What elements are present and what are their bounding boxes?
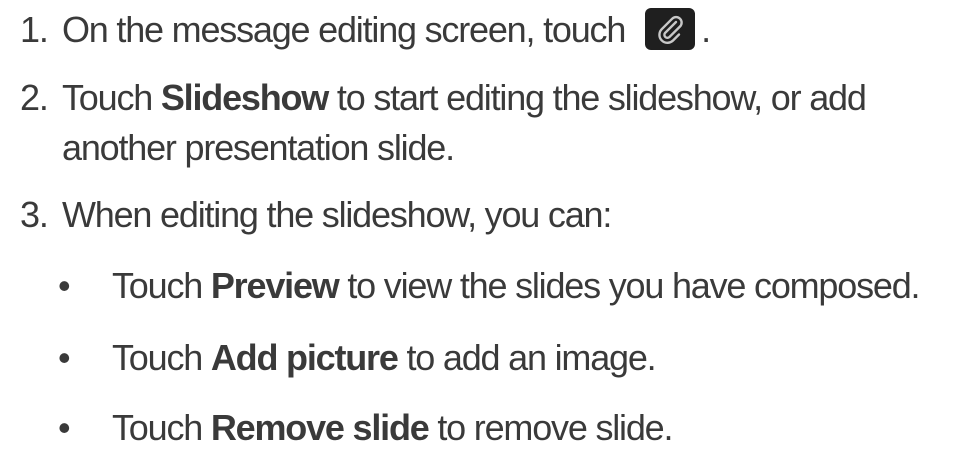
bullet-marker: • (58, 265, 71, 306)
bullet-item-add-picture: • Touch Add picture to add an image. (0, 336, 657, 380)
bullet-marker: • (58, 407, 71, 448)
bullet-item-preview: • Touch Preview to view the slides you ha… (0, 264, 921, 308)
bullet-2-post: to add an image. (397, 337, 656, 378)
bullet-3-post: to remove slide. (428, 407, 673, 448)
instruction-page: 1. On the message editing screen, touch. … (0, 0, 969, 460)
step-1-number: 1. (20, 9, 49, 50)
step-1: 1. On the message editing screen, touch. (0, 8, 711, 52)
bullet-1-pre: Touch (112, 265, 211, 306)
bullet-marker: • (58, 337, 71, 378)
step-2-number: 2. (20, 77, 49, 118)
bullet-1-bold-term: Preview (210, 265, 340, 306)
bullet-1-post: to view the slides you have composed. (338, 265, 920, 306)
bullet-3-pre: Touch (112, 407, 211, 448)
bullet-3-bold-term: Remove slide (210, 407, 430, 448)
step-3-number: 3. (20, 194, 49, 235)
bullet-item-remove-slide: • Touch Remove slide to remove slide. (0, 406, 673, 450)
step-1-text: On the message editing screen, touch (62, 9, 626, 50)
step-2-post: to start editing the slideshow, or add (328, 77, 867, 118)
step-3: 3. When editing the slideshow, you can: (0, 193, 612, 237)
paperclip-attach-icon (645, 8, 696, 50)
bullet-2-bold-term: Add picture (210, 337, 399, 378)
step-2-bold-term: Slideshow (160, 77, 329, 118)
step-3-text: When editing the slideshow, you can: (62, 194, 612, 235)
bullet-2-pre: Touch (112, 337, 211, 378)
step-1-period: . (701, 9, 711, 50)
step-2: 2. Touch Slideshow to start editing the s… (0, 76, 867, 120)
step-2-continuation: another presentation slide. (62, 127, 455, 168)
step-2-pre: Touch (62, 77, 161, 118)
